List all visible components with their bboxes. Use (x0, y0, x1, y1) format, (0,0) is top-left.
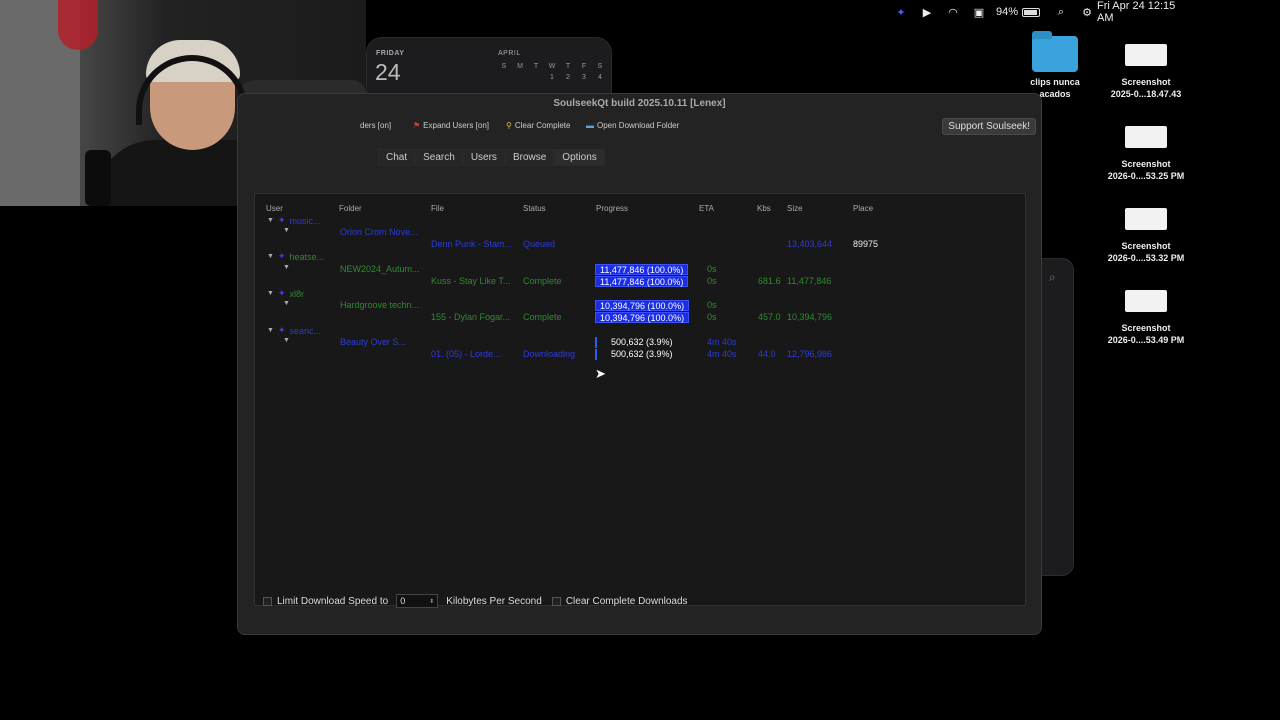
screenshot-label: Screenshot (1121, 159, 1171, 169)
screenshot-sublabel: 2026-0....53.32 PM (1107, 253, 1185, 263)
calendar-widget[interactable]: FRIDAY 24 APRIL S M T W T F S 1 2 3 4 (366, 37, 612, 97)
column-eta[interactable]: ETA (699, 204, 714, 213)
screenshot-label: Screenshot (1121, 323, 1171, 333)
desktop-screenshot[interactable]: Screenshot 2025-0...18.47.43 (1101, 44, 1191, 100)
calendar-day (528, 74, 544, 81)
clear-complete-label: Clear Complete (514, 121, 571, 130)
limit-speed-checkbox[interactable] (263, 596, 272, 606)
screenshot-thumbnail-icon (1125, 126, 1167, 148)
column-user[interactable]: User (266, 204, 283, 213)
limit-speed-label: Limit Download Speed to (277, 595, 389, 607)
clock[interactable]: Fri Apr 24 12:15 AM (1097, 0, 1185, 24)
column-place[interactable]: Place (853, 204, 873, 213)
column-folder[interactable]: Folder (339, 204, 362, 213)
calendar-header: S (597, 63, 603, 70)
folder-icon (1032, 31, 1078, 72)
calendar-day: 4 (598, 74, 602, 81)
transfer-list-header: User Folder File Status Progress ETA Kbs… (266, 204, 1029, 214)
clear-complete-button[interactable]: ⚲ Clear Complete (506, 121, 570, 130)
calendar-header: S (501, 63, 507, 70)
screenshot-thumbnail-icon (1125, 44, 1167, 66)
download-footer: Limit Download Speed to 0 ⬍ Kilobytes Pe… (263, 594, 688, 608)
calendar-month: APRIL (498, 50, 521, 57)
calendar-header: T (565, 63, 571, 70)
transfers-pane (254, 193, 1026, 606)
display-icon[interactable]: ▣ (966, 0, 992, 24)
calendar-day (496, 74, 512, 81)
calendar-day: 2 (566, 74, 570, 81)
calendar-header: M (517, 63, 523, 70)
limit-speed-value: 0 (400, 596, 406, 606)
soulseek-window: SoulseekQt build 2025.10.11 [Lenex] ders… (237, 93, 1042, 635)
expand-users-label: Expand Users [on] (423, 121, 489, 130)
calendar-grid: S M T W T F S 1 2 3 4 (496, 63, 608, 81)
calendar-weekday: FRIDAY (376, 50, 405, 57)
support-soulseek-button[interactable]: Support Soulseek! (942, 118, 1036, 135)
tab-search[interactable]: Search (415, 149, 463, 166)
screenshot-label: Screenshot (1121, 77, 1171, 87)
column-size[interactable]: Size (787, 204, 803, 213)
background-window (1040, 258, 1074, 576)
wifi-icon[interactable]: ◠ (940, 0, 966, 24)
play-icon[interactable]: ▶ (914, 0, 940, 24)
group-by-folders-label: ders [on] (360, 121, 392, 130)
tab-chat[interactable]: Chat (378, 149, 416, 166)
expand-users-icon: ⚑ (413, 121, 421, 130)
column-file[interactable]: File (431, 204, 444, 213)
soulseek-menu-icon[interactable]: ✦ (888, 0, 914, 24)
limit-speed-input[interactable]: 0 ⬍ (396, 594, 439, 608)
webcam-red-object (58, 0, 98, 50)
open-download-folder-label: Open Download Folder (597, 121, 680, 130)
window-title: SoulseekQt build 2025.10.11 [Lenex] (553, 98, 726, 109)
calendar-day (512, 74, 528, 81)
screenshot-sublabel: 2026-0....53.25 PM (1107, 171, 1185, 181)
screenshot-sublabel: 2026-0....53.49 PM (1107, 335, 1185, 345)
screenshot-thumbnail-icon (1125, 290, 1167, 312)
calendar-day: 3 (582, 74, 586, 81)
tab-browse[interactable]: Browse (504, 149, 555, 166)
desktop-screenshot[interactable]: Screenshot 2026-0....53.49 PM (1101, 290, 1191, 346)
expand-users-button[interactable]: ⚑ Expand Users [on] (413, 121, 489, 130)
column-status[interactable]: Status (523, 204, 546, 213)
calendar-header: F (581, 63, 587, 70)
screenshot-sublabel: 2025-0...18.47.43 (1110, 89, 1182, 99)
menu-bar-clock[interactable]: Fri Apr 24 12:15 AM (1097, 0, 1185, 24)
calendar-day: 1 (550, 74, 554, 81)
tab-users[interactable]: Users (462, 149, 505, 166)
menu-bar: ✦ ▶ ◠ ▣ 94% ⌕ ⚙ (888, 0, 1100, 24)
main-tabs: Chat Search Users Browse Options (378, 149, 605, 166)
tab-options[interactable]: Options (554, 149, 605, 166)
toolbar: ders [on] ⚑ Expand Users [on] ⚲ Clear Co… (238, 116, 1041, 138)
search-icon: ⌕ (1049, 270, 1056, 284)
folder-icon: ▬ (586, 121, 594, 130)
desktop-folder[interactable]: clips nunca acados (1010, 31, 1100, 100)
speed-unit-label: Kilobytes Per Second (446, 595, 542, 607)
clear-complete-checkbox[interactable] (551, 596, 561, 606)
open-download-folder-button[interactable]: ▬ Open Download Folder (586, 121, 679, 130)
column-kbs[interactable]: Kbs (757, 204, 771, 213)
clear-complete-downloads-label: Clear Complete Downloads (565, 595, 688, 607)
mouse-cursor-icon: ➤ (595, 366, 606, 381)
screenshot-thumbnail-icon (1125, 208, 1167, 230)
group-by-folders-button[interactable]: ders [on] (360, 121, 391, 130)
calendar-header: T (533, 63, 539, 70)
battery-percent: 94% (995, 6, 1018, 18)
calendar-header: W (548, 63, 556, 70)
webcam-microphone (85, 150, 111, 206)
calendar-date: 24 (375, 59, 401, 85)
desktop-screenshot[interactable]: Screenshot 2026-0....53.32 PM (1101, 208, 1191, 264)
column-progress[interactable]: Progress (596, 204, 628, 213)
screenshot-label: Screenshot (1121, 241, 1171, 251)
battery-icon[interactable] (1018, 0, 1040, 24)
broom-icon: ⚲ (506, 121, 512, 130)
desktop-screenshot[interactable]: Screenshot 2026-0....53.25 PM (1101, 126, 1191, 182)
spotlight-search-icon[interactable]: ⌕ (1048, 0, 1074, 24)
spinner-arrows-icon[interactable]: ⬍ (429, 598, 434, 605)
